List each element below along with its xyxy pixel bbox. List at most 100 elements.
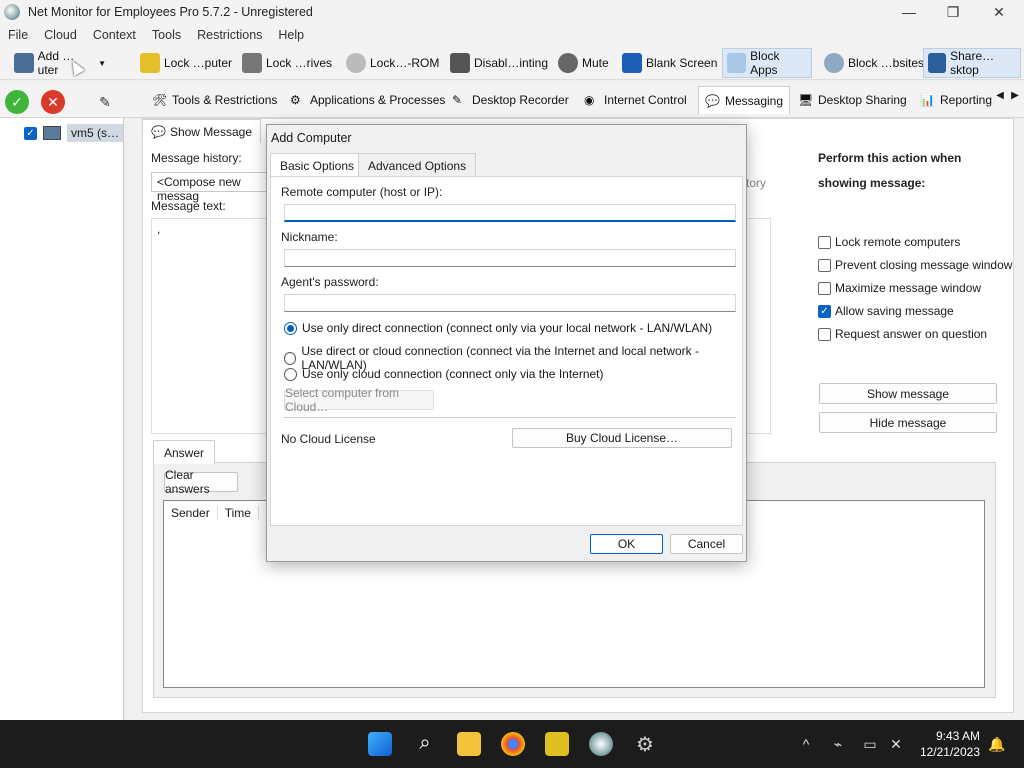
blank-screen-label: Blank Screen	[646, 56, 718, 70]
mute-button[interactable]: Mute	[554, 48, 613, 78]
computer-checkbox[interactable]: ✓	[24, 126, 37, 140]
menu-context[interactable]: Context	[85, 28, 144, 42]
menu-file[interactable]: File	[0, 28, 36, 42]
network-icon[interactable]: ⌁	[828, 734, 848, 754]
add-computer-dialog: Add Computer Basic Options Advanced Opti…	[266, 124, 747, 562]
text-label: Message text:	[151, 199, 226, 213]
tab-desktop-sharing[interactable]: 🖥 Desktop Sharing	[792, 86, 913, 114]
option-maximize[interactable]: Maximize message window	[818, 281, 981, 295]
clock[interactable]: 9:43 AM 12/21/2023	[908, 728, 980, 760]
checkbox[interactable]	[818, 327, 831, 341]
checkbox[interactable]	[818, 281, 831, 295]
select-from-cloud-button[interactable]: Select computer from Cloud…	[284, 386, 434, 414]
chrome-icon[interactable]	[501, 732, 525, 756]
windows-start-icon[interactable]	[368, 732, 392, 756]
checkbox-checked[interactable]: ✓	[818, 304, 831, 318]
globe-icon	[824, 53, 844, 73]
tab-label: Internet Control	[604, 93, 687, 107]
dialog-title: Add Computer	[271, 131, 352, 145]
option-prevent-closing[interactable]: Prevent closing message window	[818, 258, 1012, 272]
tab-row: ✓ ✕ ✎ 🛠 Tools & Restrictions ⚙ Application…	[0, 82, 1024, 118]
buy-cloud-license-button[interactable]: Buy Cloud License…	[512, 428, 732, 448]
lock-rom-label: Lock…-ROM	[370, 56, 440, 70]
disable-printing-button[interactable]: Disabl…inting	[446, 48, 552, 78]
screen-icon	[622, 53, 642, 73]
radio[interactable]	[284, 351, 297, 365]
settings-gear-icon[interactable]: ⚙	[633, 732, 657, 756]
tab-advanced-options[interactable]: Advanced Options	[358, 153, 477, 177]
chevron-up-icon[interactable]: ^	[796, 734, 816, 754]
checkbox[interactable]	[818, 258, 831, 272]
tab-applications[interactable]: ⚙ Applications & Processes	[284, 86, 451, 114]
column-time[interactable]: Time	[218, 506, 259, 520]
disable-printing-label: Disabl…inting	[474, 56, 549, 70]
remote-computer-input[interactable]	[284, 204, 736, 222]
clear-answers-button[interactable]: Clear answers	[164, 468, 238, 496]
ok-button[interactable]: OK	[590, 534, 663, 554]
block-websites-button[interactable]: Block …bsites ▼	[820, 48, 940, 78]
radio[interactable]	[284, 367, 297, 381]
nickname-input[interactable]	[284, 249, 736, 267]
share-desktop-button[interactable]: Share…sktop	[923, 48, 1021, 78]
radio-direct-connection[interactable]: Use only direct connection (connect only…	[284, 321, 712, 335]
minimize-button[interactable]: —	[886, 0, 932, 24]
cancel-icon[interactable]: ✕	[41, 90, 65, 114]
tab-answer[interactable]: Answer	[153, 440, 216, 464]
tab-internet-control[interactable]: ◉ Internet Control	[578, 86, 693, 114]
tab-show-message[interactable]: 💬 Show Message	[142, 119, 261, 143]
tab-reporting[interactable]: 📊 Reporting	[914, 86, 998, 114]
display-icon[interactable]: ▭	[860, 734, 880, 754]
message-icon: 💬	[151, 124, 166, 139]
volume-mute-icon[interactable]: ✕	[886, 734, 906, 754]
password-input[interactable]	[284, 294, 736, 312]
tree-item-computer[interactable]: ✓ vm5 (s…	[24, 123, 123, 143]
block-apps-icon	[727, 53, 747, 73]
edit-icon[interactable]: ✎	[93, 90, 117, 114]
message-text-area[interactable]: ,	[151, 218, 271, 434]
lock-computer-button[interactable]: Lock …puter	[136, 48, 236, 78]
checkbox[interactable]	[818, 235, 831, 249]
gear-icon: ⚙	[290, 93, 301, 107]
option-label: Prevent closing message window	[835, 258, 1013, 272]
block-apps-button[interactable]: Block Apps	[722, 48, 812, 78]
lock-rom-button[interactable]: Lock…-ROM	[342, 48, 443, 78]
history-button-partial[interactable]: tory	[746, 176, 766, 190]
menu-restrictions[interactable]: Restrictions	[189, 28, 270, 42]
option-request-answer[interactable]: Request answer on question	[818, 327, 987, 341]
menu-cloud[interactable]: Cloud	[36, 28, 85, 42]
option-allow-saving[interactable]: ✓ Allow saving message	[818, 304, 954, 318]
option-lock-remote[interactable]: Lock remote computers	[818, 235, 960, 249]
lock-drives-button[interactable]: Lock …rives	[238, 48, 336, 78]
maximize-button[interactable]: ❐	[930, 0, 976, 24]
search-icon[interactable]: ⌕	[413, 732, 437, 756]
mute-label: Mute	[582, 56, 609, 70]
hide-message-button[interactable]: Hide message	[819, 412, 997, 433]
monitor-icon	[43, 126, 61, 140]
app-icon[interactable]	[545, 732, 569, 756]
nickname-label: Nickname:	[281, 230, 338, 244]
blank-screen-button[interactable]: Blank Screen	[618, 48, 721, 78]
column-sender[interactable]: Sender	[164, 506, 218, 520]
tab-tools-restrictions[interactable]: 🛠 Tools & Restrictions	[146, 86, 283, 114]
share-desktop-icon	[928, 53, 947, 73]
radio-cloud-only[interactable]: Use only cloud connection (connect only …	[284, 367, 604, 381]
net-monitor-icon[interactable]	[589, 732, 613, 756]
cancel-button[interactable]: Cancel	[670, 534, 743, 554]
menu-tools[interactable]: Tools	[144, 28, 189, 42]
show-message-button[interactable]: Show message	[819, 383, 997, 404]
file-explorer-icon[interactable]	[457, 732, 481, 756]
notification-bell-icon[interactable]: 🔔	[987, 734, 1007, 754]
add-computer-button[interactable]: Add …uter ▼	[10, 48, 110, 78]
radio-selected[interactable]	[284, 321, 297, 335]
close-button[interactable]: ✕	[976, 0, 1022, 24]
tab-messaging[interactable]: 💬 Messaging	[698, 86, 791, 114]
history-select[interactable]: <Compose new messag	[151, 172, 271, 203]
tab-desktop-recorder[interactable]: ✎ Desktop Recorder	[446, 86, 575, 114]
tab-label: Desktop Recorder	[472, 93, 569, 107]
scroll-left-icon[interactable]: ◀	[994, 86, 1006, 104]
check-icon[interactable]: ✓	[5, 90, 29, 114]
scroll-right-icon[interactable]: ▶	[1009, 86, 1021, 104]
lock-computer-label: Lock …puter	[164, 56, 233, 70]
tab-basic-options[interactable]: Basic Options	[270, 153, 365, 177]
menu-help[interactable]: Help	[270, 28, 312, 42]
